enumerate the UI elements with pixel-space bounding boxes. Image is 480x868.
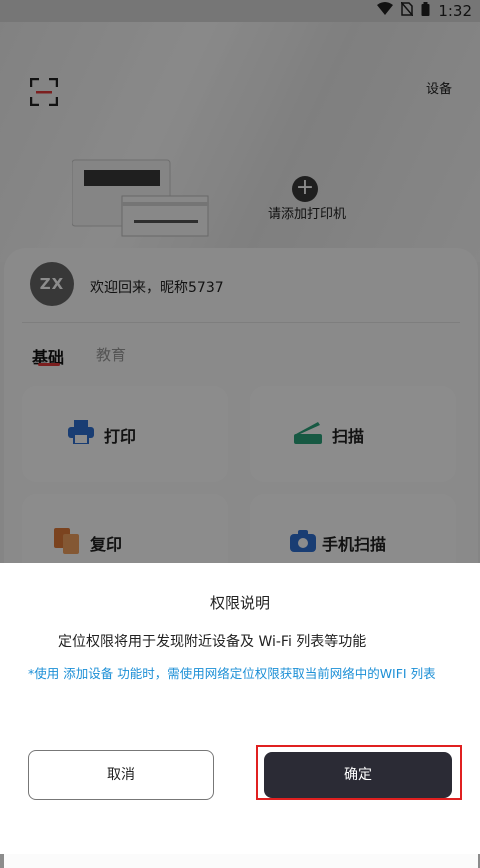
app-root: 1:32 设备 + 请添加打印机 ZX 欢迎回来，昵称5737 基础 教育 打印 [0,0,480,868]
dialog-note: *使用 添加设备 功能时，需使用网络定位权限获取当前网络中的WIFI 列表 [28,666,436,681]
cancel-button[interactable]: 取消 [28,750,214,800]
dialog-title: 权限说明 [209,594,270,612]
highlight-box [256,745,462,800]
dialog-body: 定位权限将用于发现附近设备及 Wi-Fi 列表等功能 [58,634,367,650]
